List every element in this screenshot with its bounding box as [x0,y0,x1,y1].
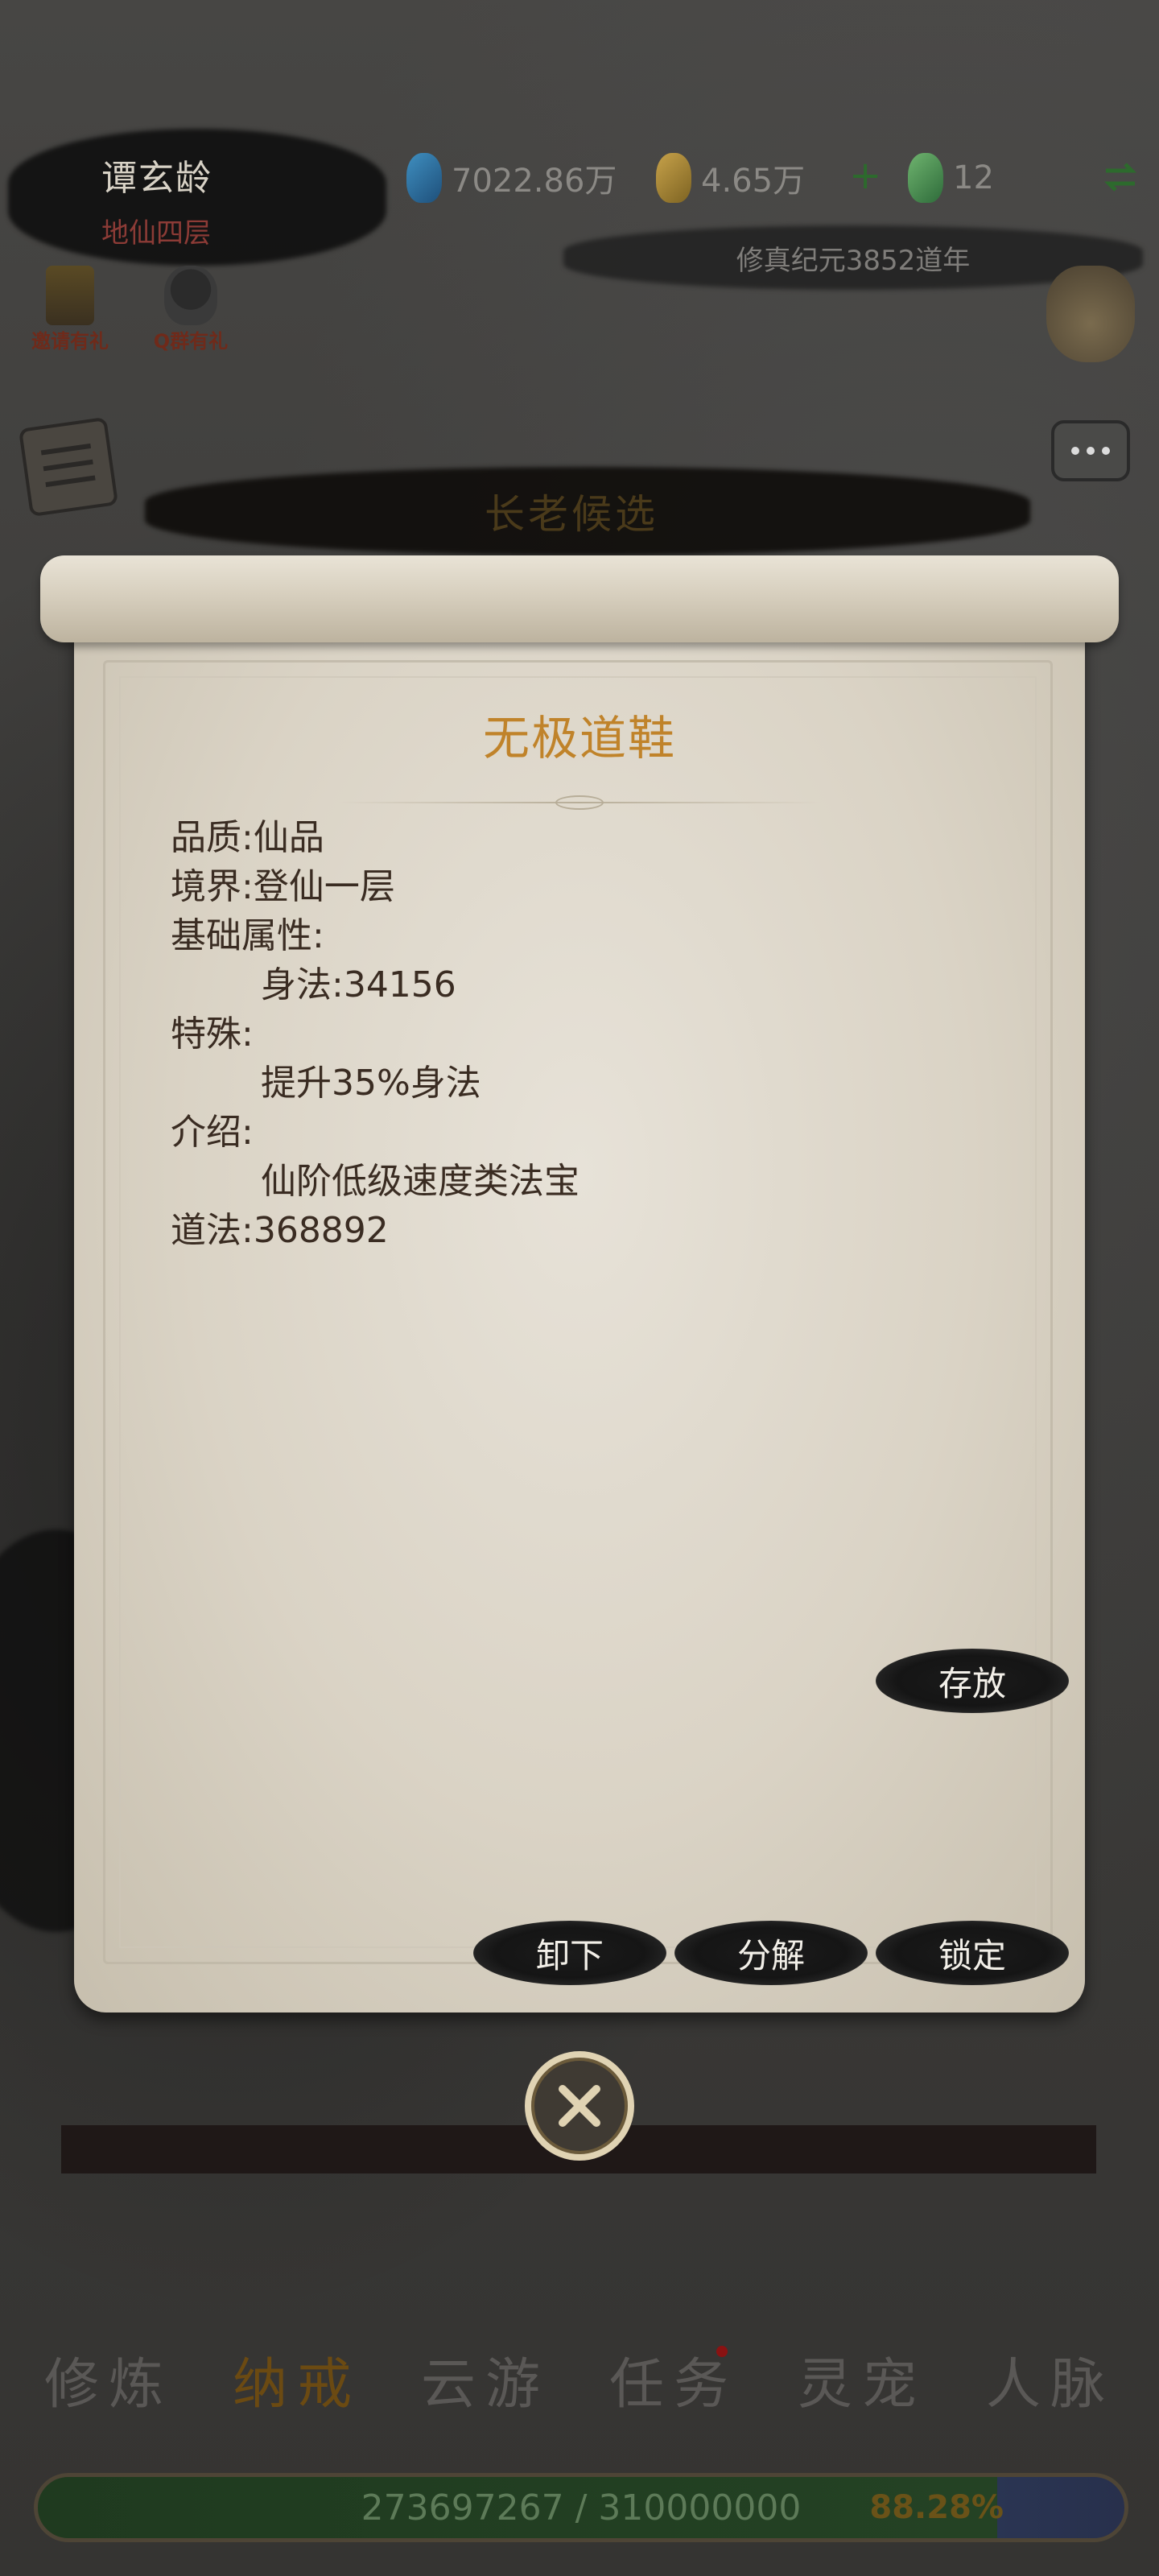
invite-gift-button[interactable]: 邀请有礼 [18,266,122,353]
item-name: 无极道鞋 [482,711,676,766]
nav-tab-pets[interactable]: 灵宠 [777,2339,947,2419]
nav-tab-storage-ring[interactable]: 纳戒 [212,2339,382,2419]
player-name[interactable]: 谭玄龄 [101,149,212,200]
add-gold-button[interactable]: + [849,153,881,198]
close-icon [559,2085,600,2127]
jade-icon [908,153,943,203]
nav-tab-connections[interactable]: 人脉 [966,2339,1135,2419]
chat-button[interactable] [1051,420,1130,481]
dot [1102,447,1110,455]
resource-jade[interactable]: 12 [908,153,994,203]
realm-value: 登仙一层 [253,866,395,907]
exp-progress-percent: 88.28% [869,2489,1004,2526]
treasure-bag-icon[interactable] [1046,266,1135,362]
scroll-top-rod [40,555,1119,642]
store-button-label: 存放 [938,1663,1006,1703]
gold-value: 4.65万 [701,163,806,200]
store-button[interactable]: 存放 [876,1649,1069,1713]
nav-tab-tasks[interactable]: 任务 [589,2339,758,2419]
qq-group-button[interactable]: Q群有礼 [138,266,243,353]
spirit-stone-icon [406,153,442,203]
special-line: 提升35%身法 [261,1063,481,1104]
realm-row: 境界: 登仙一层 [171,862,975,911]
resource-gold[interactable]: 4.65万 [656,153,805,203]
unequip-button-label: 卸下 [535,1935,604,1975]
dot [1071,447,1079,455]
intro-line: 仙阶低级速度类法宝 [261,1161,580,1202]
invite-gift-icon [46,266,94,325]
divider-ornament [555,795,604,810]
close-button[interactable] [525,2051,634,2161]
jade-value: 12 [953,159,994,196]
special-label: 特殊: [171,1013,254,1055]
dot [1087,447,1095,455]
player-rank: 地仙四层 [101,217,211,250]
base-attr-line: 身法:34156 [261,964,456,1005]
decompose-button[interactable]: 分解 [674,1921,868,1985]
dao-value: 368892 [253,1210,389,1251]
spirit-stone-value: 7022.86万 [452,163,617,200]
intro-label: 介绍: [171,1112,254,1153]
base-attr-label: 基础属性: [171,915,324,956]
gold-ingot-icon [656,153,691,203]
page-title: 长老候选 [485,491,658,538]
invite-gift-label: 邀请有礼 [31,330,109,353]
bottom-nav: 修炼 纳戒 云游 任务 灵宠 人脉 [24,2334,1135,2423]
realm-label: 境界: [171,866,254,907]
lock-button-label: 锁定 [938,1935,1006,1975]
qq-group-label: Q群有礼 [153,330,229,353]
quality-label: 品质: [171,817,254,858]
exchange-button[interactable] [1101,158,1140,196]
exchange-arrows-icon [1103,163,1137,192]
dao-row: 道法: 368892 [171,1206,975,1255]
exp-progress-bar: 273697267 / 310000000 88.28% [34,2473,1128,2542]
resource-spirit-stone[interactable]: 7022.86万 [406,153,617,203]
era-text: 修真纪元3852道年 [736,244,971,277]
item-info: 品质: 仙品 境界: 登仙一层 基础属性: 身法:34156 特殊: 提升35%… [171,813,975,1255]
nav-tab-tasks-label: 任务 [608,2352,738,2417]
decompose-button-label: 分解 [736,1935,805,1975]
unequip-button[interactable]: 卸下 [473,1921,666,1985]
plus-icon: + [849,153,882,198]
quality-value: 仙品 [253,817,324,858]
notification-dot [716,2345,728,2357]
dao-label: 道法: [171,1210,254,1251]
lock-button[interactable]: 锁定 [876,1921,1069,1985]
quest-scroll-icon[interactable] [18,416,119,518]
penguin-icon [164,266,217,325]
quality-row: 品质: 仙品 [171,813,975,862]
nav-tab-travel[interactable]: 云游 [401,2339,570,2419]
nav-tab-cultivate[interactable]: 修炼 [24,2339,193,2419]
